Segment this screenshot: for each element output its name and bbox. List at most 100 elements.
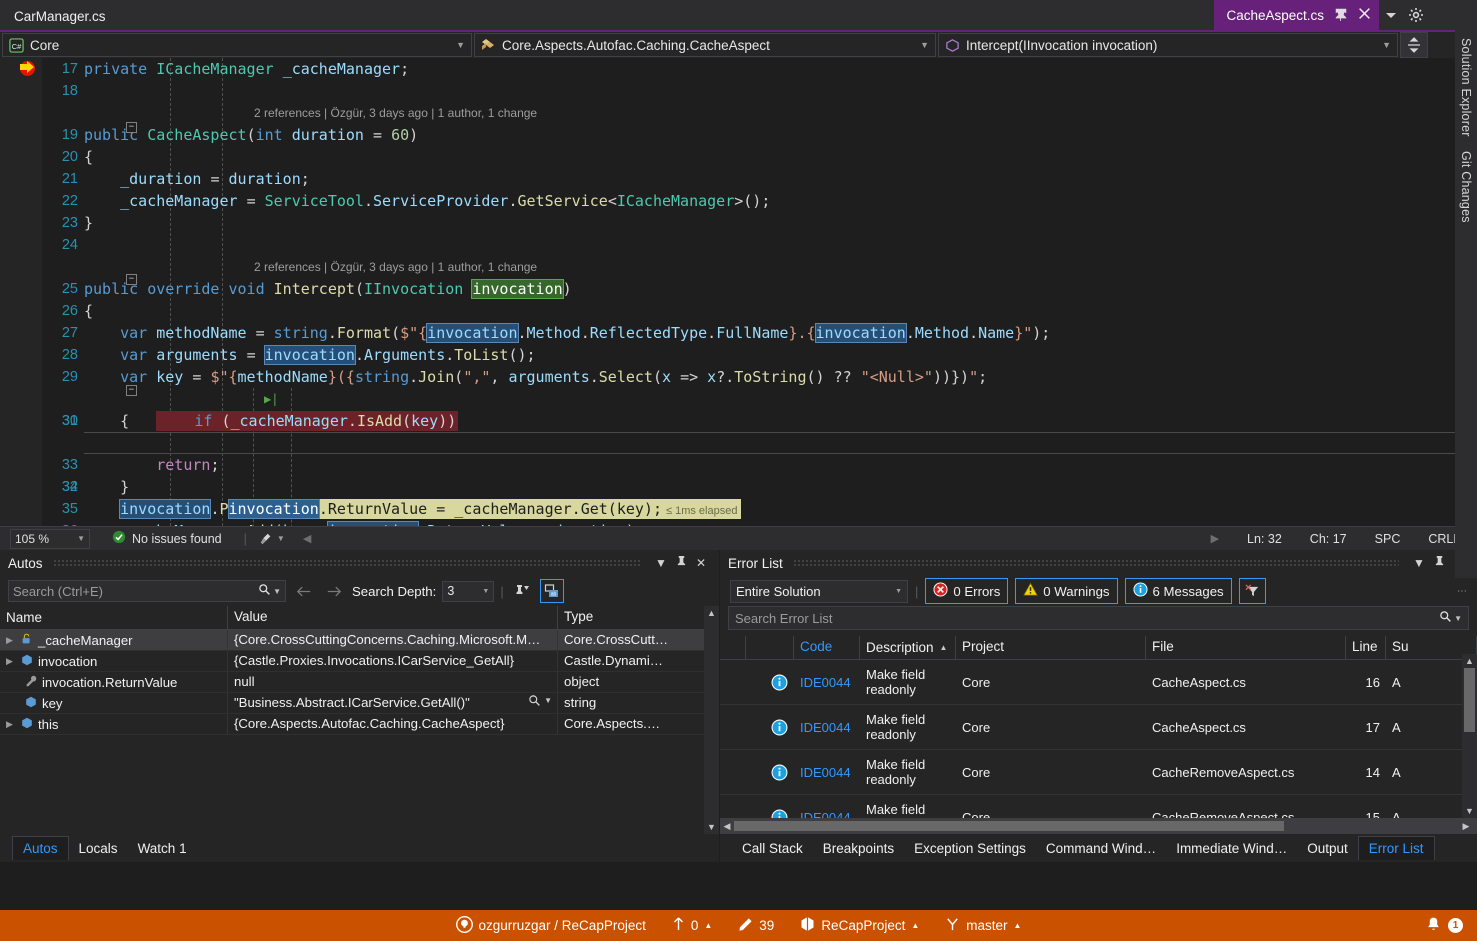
error-col-project[interactable]: Project: [956, 636, 1146, 659]
zoom-level-selector[interactable]: 105 % ▼: [10, 528, 90, 549]
string-visualizer-icon[interactable]: [528, 694, 541, 710]
arrow-right-icon[interactable]: [322, 579, 346, 603]
nav-next-arrow[interactable]: ▶: [1211, 532, 1219, 545]
scroll-right-arrow[interactable]: ▶: [1455, 821, 1477, 832]
expander-icon[interactable]: ▶: [6, 656, 16, 667]
chevron-down-icon[interactable]: ▼: [482, 588, 489, 595]
table-row[interactable]: invocation.ReturnValue null object: [0, 672, 719, 693]
nav-prev-arrow[interactable]: ◀: [303, 532, 311, 545]
messages-filter-button[interactable]: 6 Messages: [1124, 578, 1232, 604]
autos-col-type[interactable]: Type: [558, 606, 719, 629]
pin-filter-icon[interactable]: [510, 579, 534, 603]
arrow-left-icon[interactable]: [292, 579, 316, 603]
codelens-annotation[interactable]: 2 references | Özgür, 3 days ago | 1 aut…: [84, 256, 1455, 278]
autos-row-value[interactable]: {Core.Aspects.Autofac.Caching.CacheAspec…: [228, 714, 558, 734]
expander-icon[interactable]: ▶: [6, 719, 16, 730]
chevron-up-icon[interactable]: ▲: [911, 921, 919, 930]
autos-col-value[interactable]: Value: [228, 606, 558, 629]
tab-command-window[interactable]: Command Wind…: [1036, 837, 1166, 860]
autos-row-value[interactable]: null: [228, 672, 558, 692]
chevron-down-icon[interactable]: [1379, 0, 1403, 30]
breakpoint-gutter[interactable]: [0, 58, 42, 526]
tab-autos[interactable]: Autos: [12, 836, 69, 860]
pending-changes-indicator[interactable]: 39: [738, 917, 774, 935]
pin-icon[interactable]: [1429, 555, 1449, 571]
warnings-filter-button[interactable]: 0 Warnings: [1015, 578, 1118, 604]
navbar-type-dropdown[interactable]: Core.Aspects.Autofac.Caching.CacheAspect…: [474, 33, 936, 57]
table-row[interactable]: IDE0044 Make field readonly Core CacheAs…: [720, 705, 1477, 750]
spaces-indicator[interactable]: SPC: [1375, 532, 1401, 546]
error-row-code[interactable]: IDE0044: [794, 673, 860, 692]
scroll-down-arrow[interactable]: ▼: [704, 820, 719, 834]
table-row[interactable]: IDE0044 Make field readonly Core CacheRe…: [720, 750, 1477, 795]
tab-immediate-window[interactable]: Immediate Wind…: [1166, 837, 1297, 860]
tab-error-list[interactable]: Error List: [1357, 836, 1435, 860]
chevron-down-icon[interactable]: ▼: [895, 588, 902, 595]
error-list-grid[interactable]: Code Description ▲ Project File Line Su …: [720, 630, 1477, 834]
notification-indicator[interactable]: 1: [1425, 916, 1463, 936]
rail-solution-explorer[interactable]: Solution Explorer: [1459, 38, 1473, 137]
hex-display-icon[interactable]: ab: [539, 579, 564, 603]
tab-call-stack[interactable]: Call Stack: [732, 837, 813, 860]
tab-exception-settings[interactable]: Exception Settings: [904, 837, 1036, 860]
scroll-thumb[interactable]: [1464, 668, 1475, 732]
search-icon[interactable]: [258, 583, 271, 599]
error-col-file[interactable]: File: [1146, 636, 1346, 659]
branch-indicator[interactable]: master ▲: [945, 917, 1021, 935]
tab-watch1[interactable]: Watch 1: [128, 837, 197, 860]
close-icon[interactable]: [1358, 7, 1371, 23]
search-depth-selector[interactable]: 3 ▼: [442, 580, 495, 602]
tab-locals[interactable]: Locals: [69, 837, 128, 860]
error-list-search-input[interactable]: Search Error List ▼: [728, 606, 1469, 630]
tab-breakpoints[interactable]: Breakpoints: [813, 837, 904, 860]
error-col-line[interactable]: Line: [1346, 636, 1386, 659]
chevron-down-icon[interactable]: ▼: [1382, 40, 1391, 50]
code-text-area[interactable]: 17 private ICacheManager _cacheManager; 1…: [42, 58, 1455, 526]
autos-row-value[interactable]: {Castle.Proxies.Invocations.ICarService_…: [228, 651, 558, 671]
chevron-down-icon[interactable]: ▼: [1409, 556, 1429, 570]
errors-filter-button[interactable]: 0 Errors: [925, 578, 1009, 604]
autos-col-name[interactable]: Name: [0, 606, 228, 629]
broom-icon[interactable]: ▼: [259, 532, 285, 546]
collapse-toggle[interactable]: −: [126, 385, 137, 396]
tab-cacheaspect[interactable]: CacheAspect.cs: [1214, 0, 1379, 30]
tab-carmanager[interactable]: CarManager.cs: [0, 4, 120, 30]
error-col-code[interactable]: Code: [794, 636, 860, 659]
tab-output[interactable]: Output: [1297, 837, 1358, 860]
scroll-up-arrow[interactable]: ▲: [704, 606, 719, 620]
error-row-code[interactable]: IDE0044: [794, 763, 860, 782]
clear-filter-icon[interactable]: [1238, 578, 1266, 604]
autos-grid[interactable]: Name Value Type ▶ _cacheManager {Core.Cr…: [0, 606, 719, 834]
expander-icon[interactable]: ▶: [6, 635, 16, 646]
navbar-member-dropdown[interactable]: Intercept(IInvocation invocation) ▼: [938, 33, 1398, 57]
chevron-down-icon[interactable]: ▼: [651, 556, 671, 570]
autos-vertical-scrollbar[interactable]: ▲ ▼: [704, 606, 719, 834]
codelens-annotation[interactable]: 2 references | Özgür, 3 days ago | 1 aut…: [84, 102, 1455, 124]
autos-row-value[interactable]: {Core.CrossCuttingConcerns.Caching.Micro…: [228, 630, 558, 650]
split-view-icon[interactable]: [1400, 32, 1428, 58]
collapse-toggle[interactable]: −: [126, 274, 137, 285]
error-row-code[interactable]: IDE0044: [794, 718, 860, 737]
scroll-thumb[interactable]: [734, 821, 1284, 831]
table-row[interactable]: ▶ this {Core.Aspects.Autofac.Caching.Cac…: [0, 714, 719, 735]
table-row[interactable]: IDE0044 Make field readonly Core CacheAs…: [720, 660, 1477, 705]
chevron-down-icon[interactable]: ▼: [77, 534, 85, 543]
chevron-down-icon[interactable]: ▼: [456, 40, 465, 50]
error-horizontal-scrollbar[interactable]: ◀ ▶: [720, 818, 1477, 834]
scroll-down-arrow[interactable]: ▼: [1462, 804, 1477, 818]
scroll-left-arrow[interactable]: ◀: [720, 821, 734, 832]
navbar-project-dropdown[interactable]: C# Core ▼: [2, 33, 472, 57]
table-row[interactable]: ▶ _cacheManager {Core.CrossCuttingConcer…: [0, 630, 719, 651]
chevron-up-icon[interactable]: ▲: [704, 921, 712, 930]
chevron-down-icon[interactable]: ▼: [920, 40, 929, 50]
scroll-up-arrow[interactable]: ▲: [1462, 654, 1477, 668]
table-row[interactable]: key "Business.Abstract.ICarService.GetAl…: [0, 693, 719, 714]
search-icon[interactable]: [1439, 610, 1452, 626]
scope-selector[interactable]: Entire Solution ▼: [730, 579, 908, 603]
chevron-down-icon[interactable]: ▼: [273, 587, 281, 596]
issues-indicator[interactable]: No issues found: [112, 530, 222, 547]
table-row[interactable]: ▶ invocation {Castle.Proxies.Invocations…: [0, 651, 719, 672]
autos-search-input[interactable]: Search (Ctrl+E) ▼: [8, 580, 286, 602]
collapse-toggle[interactable]: −: [126, 122, 137, 133]
chevron-down-icon[interactable]: ▼: [544, 696, 552, 705]
